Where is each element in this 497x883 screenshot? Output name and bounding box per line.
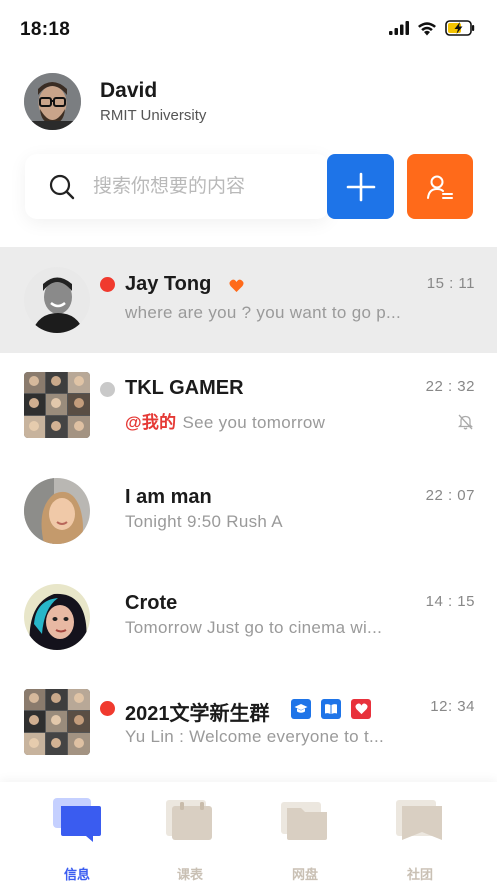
status-dot [100,382,115,397]
chat-item-2021-group[interactable]: 2021文学新生群 12: 34 Yu Lin : Welcome everyo… [0,669,497,775]
chat-preview: Yu Lin : Welcome everyone to t... [125,727,385,746]
profile-header[interactable]: David RMIT University [24,72,206,130]
tab-label: 网盘 [291,867,318,882]
signal-icon [389,21,409,35]
chat-preview: Tonight 9:50 Rush A [125,512,283,531]
chat-time: 12: 34 [430,698,475,715]
tab-label: 信息 [63,867,90,882]
chat-preview: where are you ? you want to go p... [125,303,402,322]
search-icon [49,174,75,199]
contacts-button[interactable] [407,154,473,219]
chat-name: I am man [125,486,212,508]
tab-messages[interactable]: 信息 [37,796,117,882]
chat-item-crote[interactable]: Crote 14 : 15 Tomorrow Just go to cinema… [0,564,497,670]
tab-label: 社团 [406,867,433,882]
graduation-cap-icon [291,699,311,719]
chat-item-jay-tong[interactable]: Jay Tong 15 : 11 where are you ? you wan… [0,247,497,353]
chat-name: Jay Tong [125,273,212,295]
tab-label: 课表 [176,867,203,882]
chat-name: 2021文学新生群 [125,703,270,725]
battery-charging-icon [445,20,475,36]
chat-item-tkl-gamer[interactable]: TKL GAMER 22 : 32 @我的 See you tomorrow [0,352,497,458]
chat-name: TKL GAMER [125,377,244,399]
folder-icon [281,802,327,840]
tab-bar: 信息 课表 网盘 社团 [0,782,497,883]
avatar [24,267,90,333]
chat-preview-row: @我的 See you tomorrow [125,408,325,433]
unread-dot [100,277,115,292]
mute-bell-icon [458,414,473,430]
chat-time: 22 : 07 [425,487,475,504]
avatar [24,584,90,650]
contact-list-icon [427,175,453,199]
avatar[interactable] [24,72,81,130]
unread-dot [100,701,115,716]
calendar-icon [166,800,212,840]
status-icons [389,20,475,36]
search-box[interactable] [25,154,329,219]
chat-time: 14 : 15 [425,593,475,610]
chat-time: 15 : 11 [426,275,475,292]
tab-cloud-drive[interactable]: 网盘 [265,796,345,882]
wifi-icon [418,21,436,35]
heart-icon [229,279,244,292]
plus-icon [346,172,375,201]
status-bar: 18:18 [0,0,497,60]
chat-preview: Tomorrow Just go to cinema wi... [125,618,383,637]
heart-icon [351,699,371,719]
group-avatar [24,372,90,438]
search-input[interactable] [93,175,283,198]
group-badges [291,699,371,719]
profile-organization: RMIT University [100,106,207,124]
chat-name: Crote [125,592,178,614]
chat-preview: See you tomorrow [182,413,326,432]
group-avatar [24,689,90,755]
chat-time: 22 : 32 [425,378,475,395]
add-button[interactable] [327,154,394,219]
book-icon [321,699,341,719]
tab-schedule[interactable]: 课表 [150,796,230,882]
profile-name: David [100,78,158,102]
avatar [24,478,90,544]
chat-item-i-am-man[interactable]: I am man 22 : 07 Tonight 9:50 Rush A [0,458,497,564]
profile-text: David RMIT University [100,79,206,124]
chat-bubble-icon [53,798,101,842]
bookmark-icon [396,800,442,840]
status-time: 18:18 [20,19,71,40]
mention-tag: @我的 [125,413,177,432]
tab-clubs[interactable]: 社团 [380,796,460,882]
